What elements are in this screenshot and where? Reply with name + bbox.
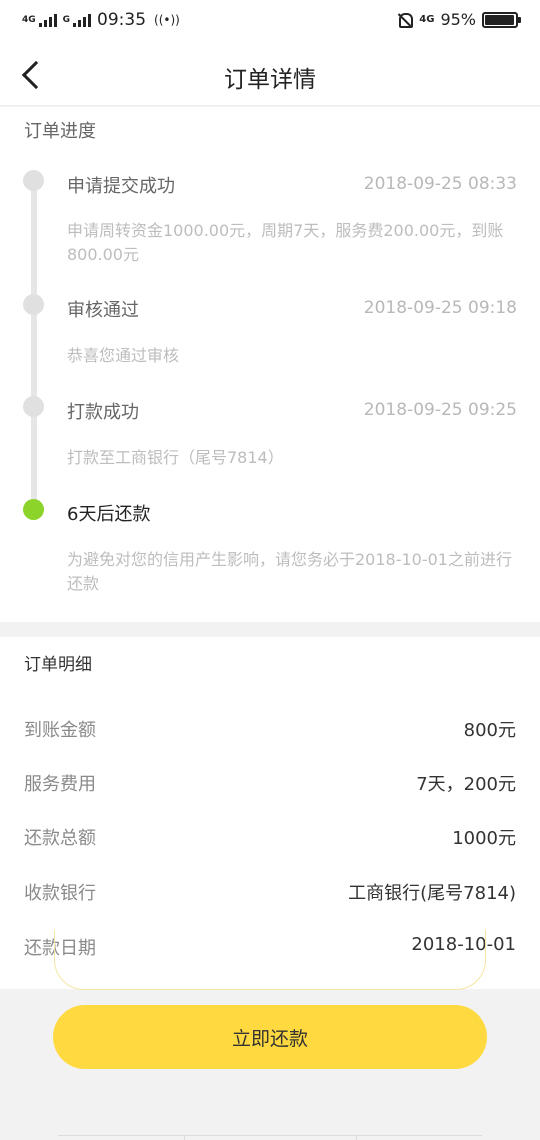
step-desc: 打款至工商银行（尾号7814） [67, 448, 284, 467]
detail-value: 800元 [463, 720, 516, 741]
bell-muted-icon [397, 12, 414, 28]
nav-bar: 订单详情 [0, 44, 540, 106]
detail-label: 到账金额 [24, 720, 96, 741]
repay-now-button[interactable]: 立即还款 [53, 1005, 487, 1069]
detail-value: 7天，200元 [416, 774, 516, 795]
hotspot-icon: ((•)) [154, 13, 180, 27]
step-time: 2018-09-25 09:18 [363, 298, 517, 318]
clock: 09:35 [97, 10, 147, 30]
step-title-active: 6天后还款 [67, 504, 151, 525]
timeline-dot [23, 396, 44, 417]
decorative-arc [54, 930, 486, 990]
network-type-right: 4G [419, 14, 435, 25]
step-title: 审核通过 [67, 300, 139, 321]
network-type: 4G [22, 14, 36, 25]
timeline-dot [23, 170, 44, 191]
step-title: 打款成功 [67, 402, 139, 423]
timeline-line [31, 183, 37, 509]
step-time: 2018-09-25 08:33 [363, 174, 517, 194]
page-title: 订单详情 [224, 67, 316, 93]
detail-section-title: 订单明细 [24, 655, 92, 675]
step-time: 2018-09-25 09:25 [363, 400, 517, 420]
status-right: 4G 95% [397, 10, 521, 29]
signal-icon [38, 13, 57, 27]
tab-bar-edge [58, 1135, 482, 1140]
detail-value: 1000元 [452, 828, 516, 849]
network-type-2: G [62, 14, 71, 25]
step-title: 申请提交成功 [67, 176, 175, 197]
battery-percent: 95% [440, 10, 476, 29]
order-progress-card: 订单进度 申请提交成功 2018-09-25 08:33 申请周转资金1000.… [0, 107, 540, 622]
timeline-dot [23, 294, 44, 315]
progress-section-title: 订单进度 [24, 121, 96, 142]
detail-label: 收款银行 [24, 883, 96, 904]
timeline-dot-active [23, 499, 44, 520]
step-desc: 申请周转资金1000.00元，周期7天，服务费200.00元，到账800.00元 [67, 221, 504, 264]
status-bar: 4G G 09:35 ((•)) 4G 95% [0, 0, 540, 44]
signal-icon-2 [73, 13, 92, 27]
step-desc: 为避免对您的信用产生影响，请您务必于2018-10-01之前进行还款 [67, 550, 512, 593]
status-left: 4G G 09:35 ((•)) [22, 10, 180, 30]
detail-label: 还款总额 [24, 828, 96, 849]
detail-label: 服务费用 [24, 774, 96, 795]
step-desc: 恭喜您通过审核 [67, 346, 180, 365]
detail-value: 工商银行(尾号7814) [348, 883, 516, 904]
battery-icon [482, 11, 521, 28]
